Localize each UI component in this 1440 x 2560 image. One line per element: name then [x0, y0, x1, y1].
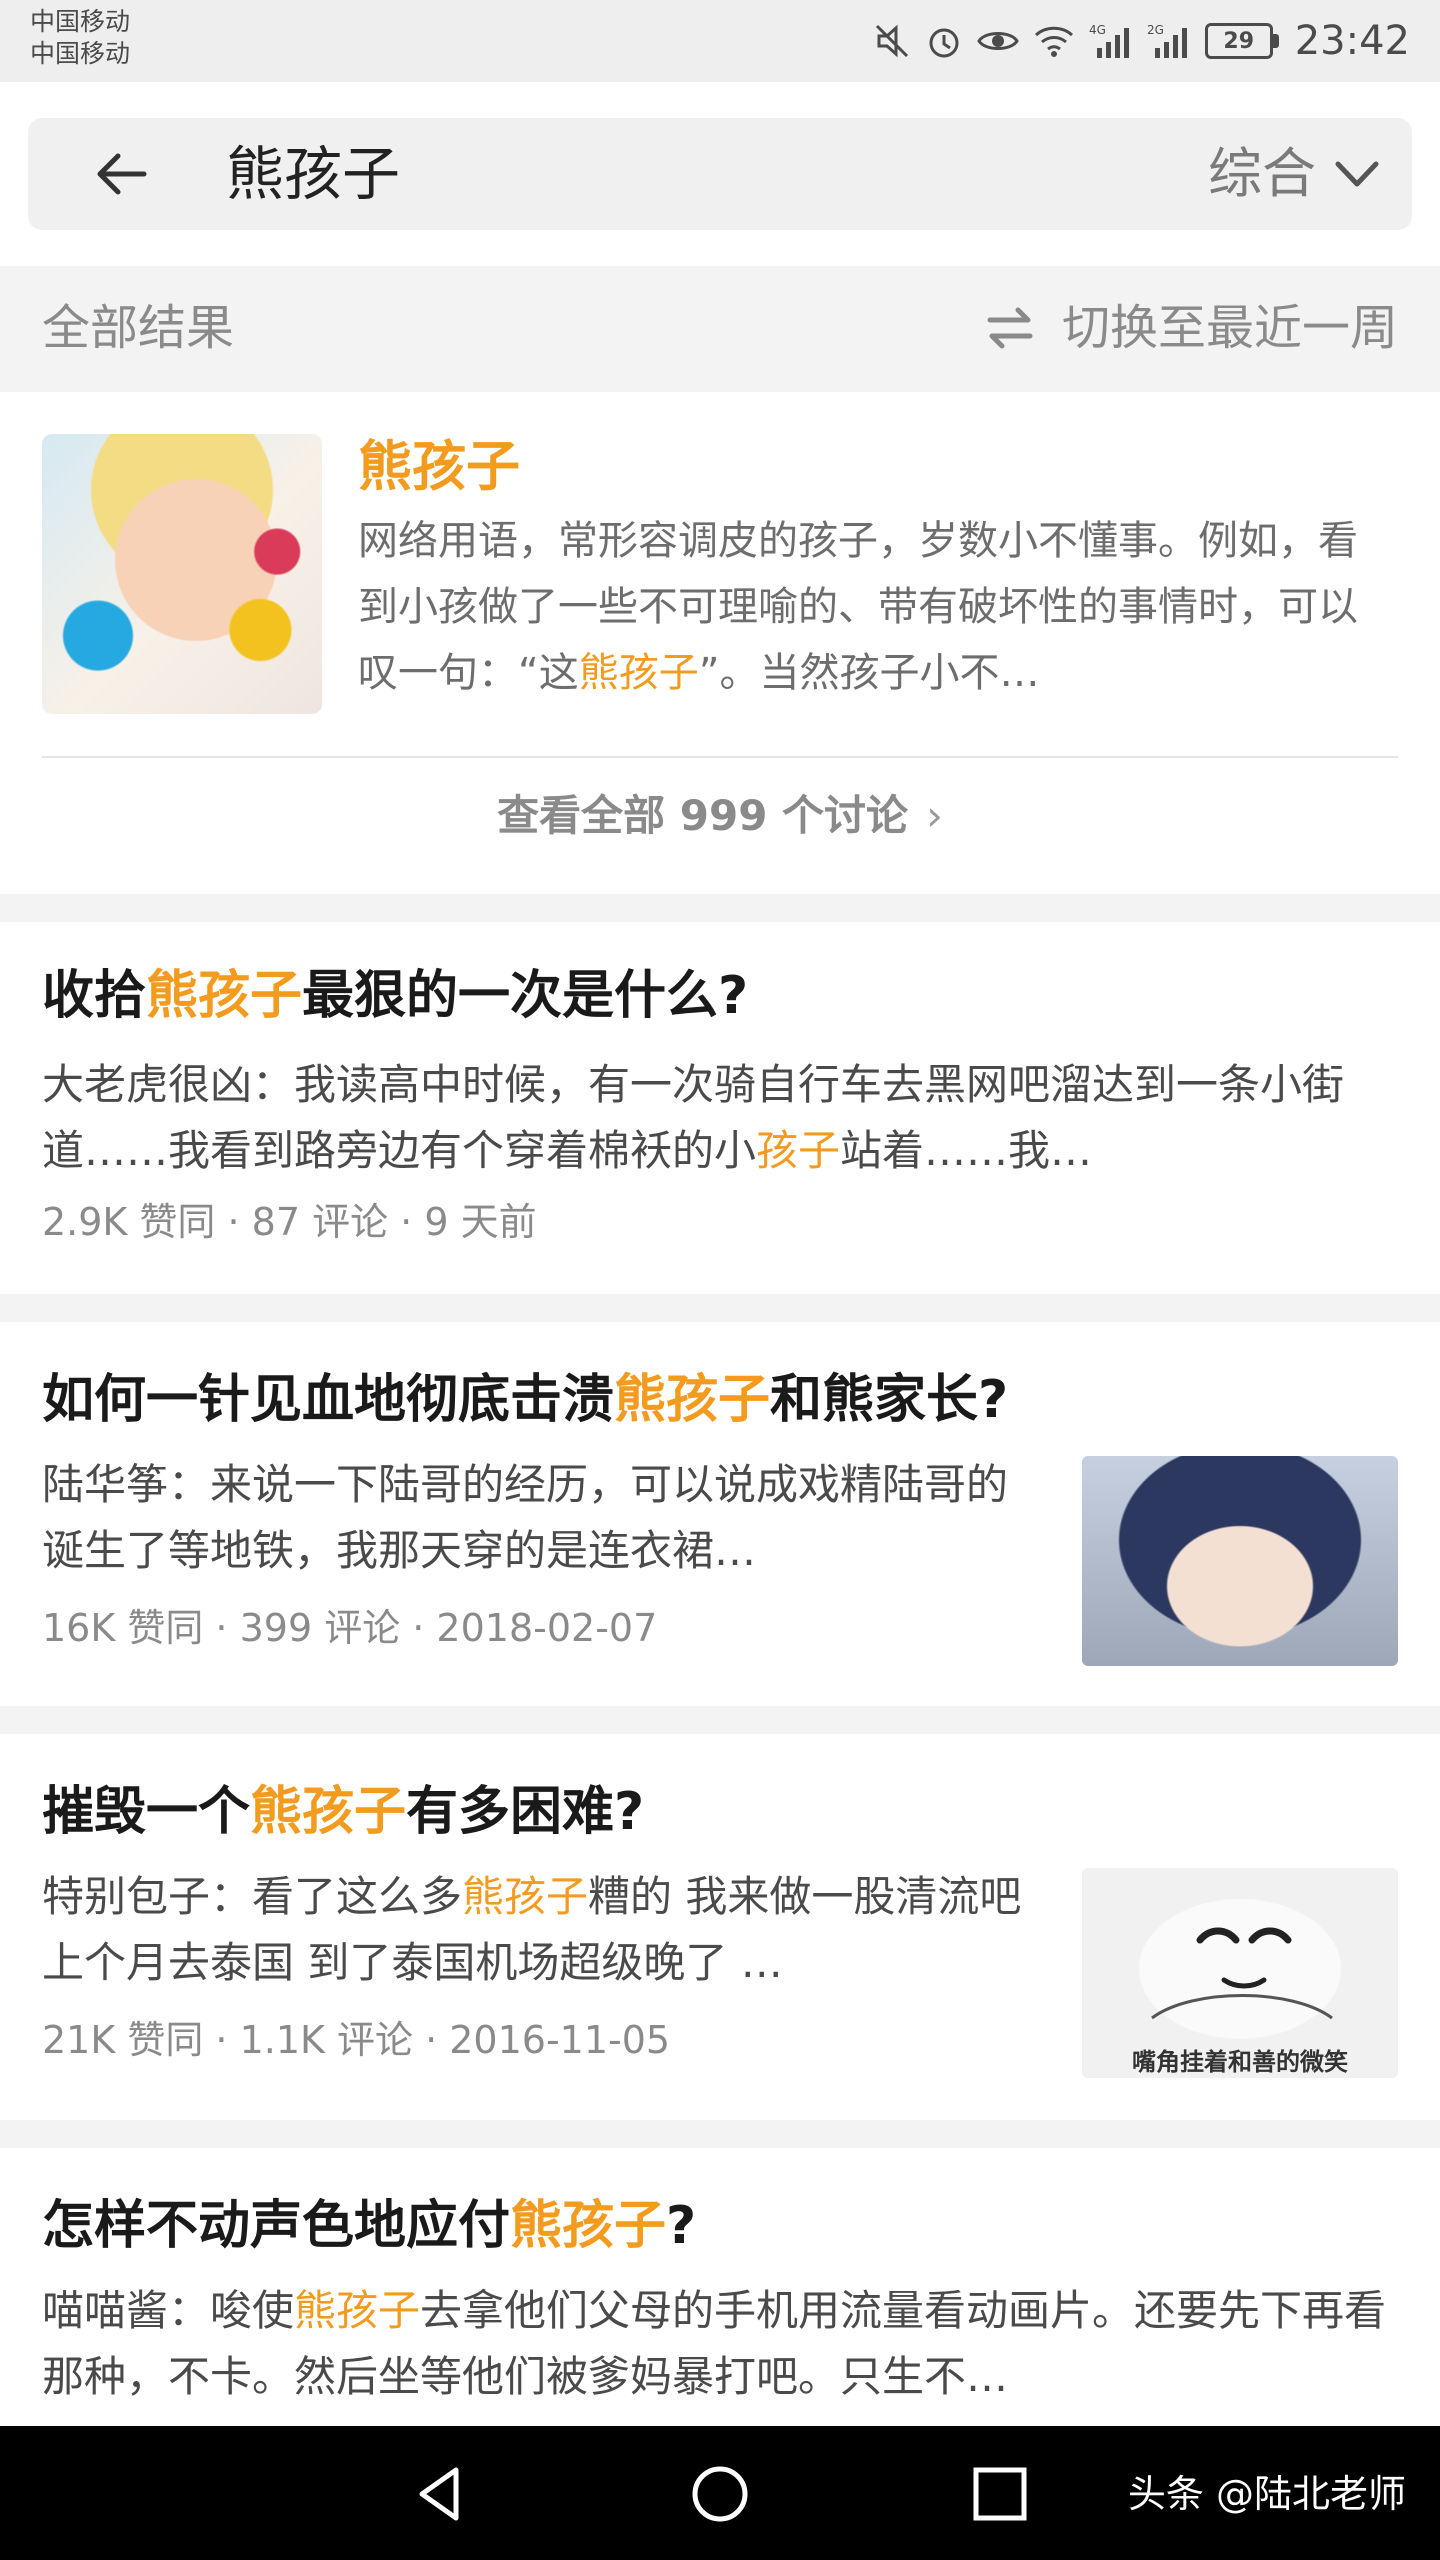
- topic-card[interactable]: 熊孩子 网络用语，常形容调皮的孩子，岁数小不懂事。例如，看到小孩做了一些不可理喻…: [0, 392, 1440, 894]
- result-title[interactable]: 如何一针见血地彻底击溃熊孩子和熊家长?: [42, 1366, 1008, 1434]
- result-card[interactable]: 如何一针见血地彻底击溃熊孩子和熊家长? 陆华筝：来说一下陆哥的经历，可以说成戏精…: [0, 1322, 1440, 1706]
- result-excerpt: 陆华筝：来说一下陆哥的经历，可以说成戏精陆哥的诞生了等地铁，我那天穿的是连衣裙…: [42, 1460, 1009, 1575]
- result-meta: 16K 赞同 · 399 评论 · 2018-02-07: [42, 1606, 658, 1650]
- topic-description: 网络用语，常形容调皮的孩子，岁数小不懂事。例如，看到小孩做了一些不可理喻的、带有…: [358, 518, 1358, 696]
- scope-dropdown-label[interactable]: 综合: [1208, 140, 1316, 208]
- search-header: 熊孩子 综合: [0, 82, 1440, 266]
- watermark: 头条 @陆北老师: [1127, 2472, 1406, 2516]
- meme-face: [1151, 1927, 1333, 2020]
- switch-to-recent-week-button[interactable]: 切换至最近一周: [984, 296, 1398, 360]
- recents-square-icon[interactable]: [968, 2462, 1032, 2526]
- back-arrow-icon[interactable]: [90, 142, 154, 206]
- home-circle-icon[interactable]: [688, 2462, 752, 2526]
- result-title[interactable]: 摧毁一个熊孩子有多困难?: [42, 1778, 644, 1846]
- signal-icon: 4G: [1089, 22, 1133, 60]
- result-title[interactable]: 怎样不动声色地应付熊孩子?: [42, 2192, 696, 2260]
- result-thumbnail[interactable]: [1082, 1456, 1398, 1666]
- alarm-icon: [925, 22, 963, 60]
- view-all-discussions-link[interactable]: 查看全部 999 个讨论 ›: [0, 784, 1440, 848]
- svg-text:4G: 4G: [1089, 23, 1106, 37]
- svg-text:2G: 2G: [1147, 23, 1164, 37]
- switch-label: 切换至最近一周: [1061, 300, 1398, 356]
- topic-image: [42, 434, 322, 714]
- result-excerpt: 喵喵酱：唆使熊孩子去拿他们父母的手机用流量看动画片。还要先下再看那种，不卡。然后…: [42, 2286, 1387, 2401]
- result-card[interactable]: 摧毁一个熊孩子有多困难? 特别包子：看了这么多熊孩子糟的 我来做一股清流吧上个月…: [0, 1734, 1440, 2120]
- wifi-icon: [1033, 22, 1075, 60]
- search-input[interactable]: 熊孩子: [226, 140, 400, 208]
- search-bar[interactable]: 熊孩子 综合: [28, 118, 1412, 230]
- results-filter-bar: 全部结果 切换至最近一周: [0, 266, 1440, 392]
- divider: [42, 756, 1398, 758]
- result-card[interactable]: 收拾熊孩子最狠的一次是什么? 大老虎很凶：我读高中时候，有一次骑自行车去黑网吧溜…: [0, 922, 1440, 1294]
- carrier-2: 中国移动: [30, 39, 131, 68]
- mute-icon: [873, 22, 911, 60]
- result-excerpt: 特别包子：看了这么多熊孩子糟的 我来做一股清流吧上个月去泰国 到了泰国机场超级晚…: [42, 1872, 1022, 1987]
- system-nav-bar: 头条 @陆北老师: [0, 2426, 1440, 2560]
- swap-icon: [987, 307, 1033, 349]
- carrier-1: 中国移动: [30, 7, 131, 36]
- clock: 23:42: [1294, 18, 1410, 64]
- result-meta: 21K 赞同 · 1.1K 评论 · 2016-11-05: [42, 2018, 671, 2062]
- result-thumbnail[interactable]: 嘴角挂着和善的微笑: [1082, 1868, 1398, 2078]
- eye-icon: [976, 22, 1019, 60]
- back-triangle-icon[interactable]: [410, 2462, 474, 2526]
- signal-icon: 2G: [1147, 22, 1191, 60]
- status-icons: 4G 2G 29 23:42: [873, 14, 1410, 68]
- topic-title[interactable]: 熊孩子: [358, 434, 520, 500]
- result-meta: 2.9K 赞同 · 87 评论 · 9 天前: [42, 1200, 537, 1244]
- result-card[interactable]: 怎样不动声色地应付熊孩子? 喵喵酱：唆使熊孩子去拿他们父母的手机用流量看动画片。…: [0, 2148, 1440, 2426]
- carrier-info: 中国移动 中国移动: [30, 6, 130, 70]
- meme-caption: 嘴角挂着和善的微笑: [1132, 2048, 1348, 2076]
- all-results-label: 全部结果: [42, 300, 235, 356]
- result-excerpt: 大老虎很凶：我读高中时候，有一次骑自行车去黑网吧溜达到一条小街道……我看到路旁边…: [42, 1060, 1345, 1175]
- chevron-right-icon: ›: [926, 791, 943, 840]
- battery-icon: 29: [1204, 23, 1279, 59]
- chevron-down-icon[interactable]: [1332, 154, 1382, 194]
- status-bar: 中国移动 中国移动 4G 2G 29 23:42: [0, 0, 1440, 82]
- result-title[interactable]: 收拾熊孩子最狠的一次是什么?: [42, 962, 748, 1030]
